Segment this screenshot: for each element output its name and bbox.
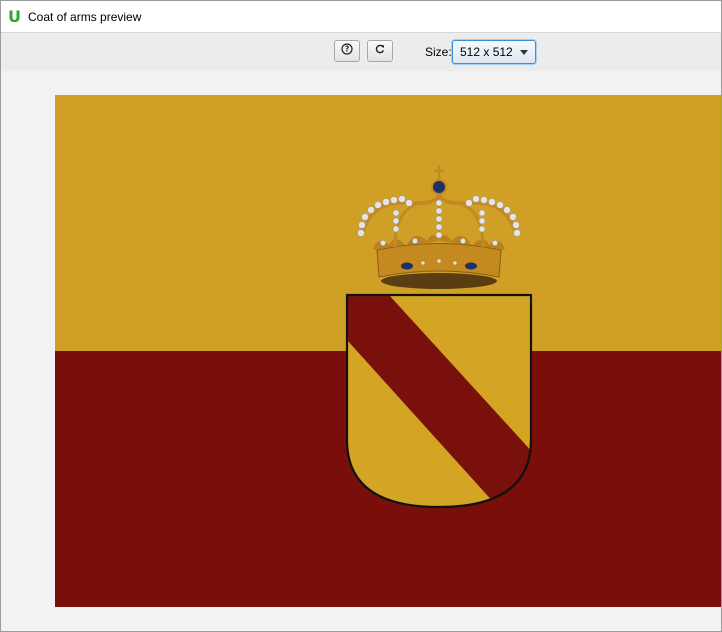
toolbar: ? Size: 512 x 512 [1, 32, 721, 72]
shield [347, 295, 531, 507]
size-label: Size: [425, 45, 452, 59]
size-dropdown-value: 512 x 512 [460, 45, 513, 59]
app-logo-icon: U [8, 6, 21, 26]
svg-text:?: ? [345, 45, 349, 54]
app-window: U Coat of arms preview ? Size: 512 x 512 [0, 0, 722, 632]
size-dropdown[interactable]: 512 x 512 [452, 40, 536, 64]
preview-area [1, 71, 721, 631]
refresh-button[interactable] [367, 40, 393, 62]
help-icon: ? [341, 42, 353, 60]
refresh-icon [374, 42, 386, 60]
chevron-down-icon [520, 50, 528, 55]
help-button[interactable]: ? [334, 40, 360, 62]
coat-of-arms-preview [55, 95, 721, 607]
title-bar: U Coat of arms preview [1, 1, 721, 32]
window-title: Coat of arms preview [28, 9, 142, 24]
